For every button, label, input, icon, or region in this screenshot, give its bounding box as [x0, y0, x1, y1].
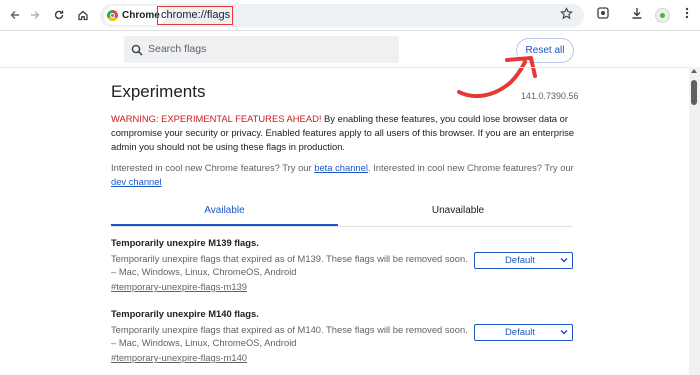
page-scrollbar[interactable] [689, 67, 700, 375]
dev-channel-link[interactable]: dev channel [111, 176, 162, 187]
page-title: Experiments [111, 82, 206, 101]
beta-channel-link[interactable]: beta channel [314, 162, 368, 173]
warning-text: WARNING: EXPERIMENTAL FEATURES AHEAD! By… [111, 112, 581, 154]
version-label: 141.0.7390.56 [521, 91, 579, 101]
bookmark-star-icon[interactable] [560, 7, 573, 25]
flag-description: Temporarily unexpire flags that expired … [111, 324, 468, 348]
tab-divider [111, 226, 573, 227]
browser-toolbar: Chrome chrome://flags [0, 0, 700, 31]
flag-state-value: Default [504, 327, 536, 338]
interest-text-1: Interested in cool new Chrome features? … [111, 162, 315, 173]
download-icon[interactable] [630, 6, 644, 25]
search-flags-input[interactable]: Search flags [124, 36, 399, 63]
chrome-logo-icon [107, 10, 118, 21]
tab-unavailable[interactable]: Unavailable [343, 205, 573, 225]
reload-icon[interactable] [48, 4, 70, 26]
flag-state-select[interactable]: Default [474, 252, 573, 269]
scroll-up-arrow-icon[interactable] [691, 69, 697, 73]
interest-text-2: . Interested in cool new Chrome features… [367, 162, 574, 173]
menu-icon[interactable] [684, 6, 690, 25]
flag-description: Temporarily unexpire flags that expired … [111, 253, 468, 277]
search-placeholder: Search flags [148, 43, 207, 55]
google-lens-icon[interactable] [596, 6, 610, 25]
header-divider [0, 67, 700, 68]
active-tab-indicator [111, 224, 338, 226]
warning-prefix: WARNING: EXPERIMENTAL FEATURES AHEAD! [111, 113, 322, 124]
flag-title: Temporarily unexpire M140 flags. [111, 308, 259, 319]
tab-available[interactable]: Available [111, 205, 338, 225]
address-bar[interactable]: Chrome chrome://flags [100, 4, 584, 27]
home-icon[interactable] [72, 4, 94, 26]
extension-avatar-icon[interactable] [655, 8, 670, 23]
channel-info: Interested in cool new Chrome features? … [111, 161, 581, 189]
url-text[interactable]: chrome://flags [157, 6, 233, 25]
forward-icon[interactable] [24, 4, 46, 26]
flag-state-select[interactable]: Default [474, 324, 573, 341]
chevron-down-icon [560, 328, 568, 339]
flag-title: Temporarily unexpire M139 flags. [111, 237, 259, 248]
flag-permalink[interactable]: #temporary-unexpire-flags-m140 [111, 351, 581, 364]
flag-permalink[interactable]: #temporary-unexpire-flags-m139 [111, 280, 581, 293]
search-icon [131, 43, 143, 61]
chevron-down-icon [560, 256, 568, 267]
chip-label: Chrome [122, 10, 160, 21]
back-icon[interactable] [4, 4, 26, 26]
flag-state-value: Default [504, 255, 536, 266]
scrollbar-thumb[interactable] [691, 80, 697, 105]
